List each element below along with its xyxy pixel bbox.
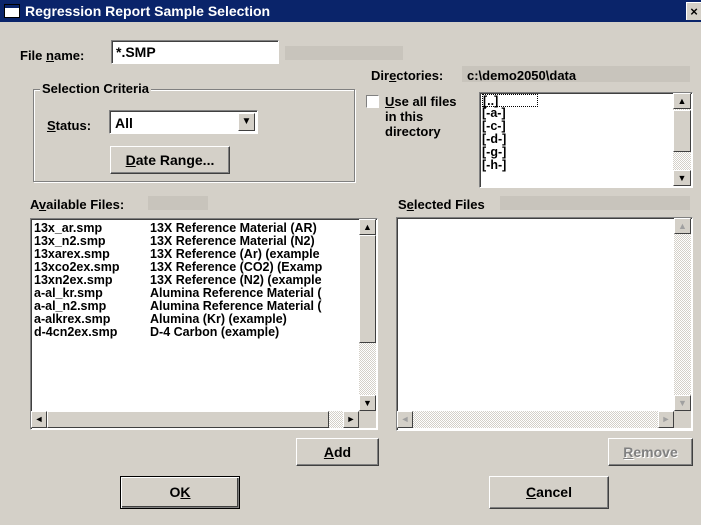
- use-all-files-label: Use all files in this directory: [385, 94, 457, 139]
- directory-path: c:\demo2050\data: [467, 68, 577, 83]
- selected-files-status-bar: [500, 196, 690, 210]
- use-all-files-checkbox[interactable]: [366, 95, 379, 108]
- table-row[interactable]: d-4cn2ex.smp D-4 Carbon (example): [34, 326, 359, 339]
- scrollbar-corner: [674, 411, 691, 428]
- add-button[interactable]: Add: [296, 438, 379, 466]
- status-label: Status:: [47, 118, 92, 133]
- directory-listbox[interactable]: [..] [-a-] [-c-] [-d-] [-g-] [-h-] ▲ ▼: [479, 92, 693, 188]
- scroll-up-icon[interactable]: ▲: [674, 218, 691, 234]
- scrollbar-thumb[interactable]: [47, 411, 329, 428]
- ok-button[interactable]: OK: [120, 476, 240, 509]
- scroll-down-icon[interactable]: ▼: [674, 395, 691, 411]
- title-bar: Regression Report Sample Selection: [0, 0, 701, 22]
- selected-files-label: Selected Files: [398, 197, 485, 212]
- remove-button[interactable]: Remove: [608, 438, 693, 466]
- status-dropdown[interactable]: All ▼: [109, 110, 258, 134]
- date-range-button[interactable]: Date Range...: [110, 146, 230, 174]
- cancel-button[interactable]: Cancel: [489, 476, 609, 509]
- file-name-label: File name:: [20, 48, 85, 63]
- list-item[interactable]: [-a-]: [482, 107, 674, 120]
- app-icon: [4, 4, 20, 18]
- dropdown-arrow-icon[interactable]: ▼: [238, 113, 255, 131]
- scroll-up-icon[interactable]: ▲: [359, 219, 376, 235]
- list-item[interactable]: [-h-]: [482, 159, 674, 172]
- scrollbar-corner: [359, 411, 376, 428]
- scrollbar-thumb[interactable]: [673, 110, 691, 152]
- selected-files-vscrollbar[interactable]: [674, 218, 691, 411]
- list-item[interactable]: [-g-]: [482, 146, 674, 159]
- close-icon: ×: [690, 4, 698, 19]
- window-title: Regression Report Sample Selection: [25, 3, 271, 19]
- available-files-label: Available Files:: [30, 197, 125, 212]
- directories-label: Directories:: [371, 68, 444, 83]
- available-files-status-bar: [148, 196, 208, 210]
- close-button[interactable]: ×: [686, 2, 701, 20]
- scroll-right-icon[interactable]: ►: [343, 411, 359, 428]
- scroll-left-icon[interactable]: ◄: [397, 411, 413, 428]
- file-name-status-bar: [285, 46, 403, 60]
- scroll-down-icon[interactable]: ▼: [673, 170, 691, 186]
- selected-files-listbox[interactable]: ▲ ▼ ◄ ►: [396, 217, 693, 431]
- available-files-listbox[interactable]: 13x_ar.smp 13X Reference Material (AR) 13…: [30, 218, 378, 430]
- file-name-input[interactable]: *.SMP: [111, 40, 279, 64]
- list-item[interactable]: [-c-]: [482, 120, 674, 133]
- scroll-down-icon[interactable]: ▼: [359, 395, 376, 411]
- status-value: All: [115, 115, 133, 131]
- selection-criteria-title: Selection Criteria: [40, 81, 151, 96]
- scroll-left-icon[interactable]: ◄: [31, 411, 47, 428]
- scroll-up-icon[interactable]: ▲: [673, 93, 691, 109]
- scroll-right-icon[interactable]: ►: [658, 411, 674, 428]
- list-item[interactable]: [-d-]: [482, 133, 674, 146]
- selected-files-hscrollbar[interactable]: [397, 411, 674, 428]
- scrollbar-thumb[interactable]: [359, 235, 376, 343]
